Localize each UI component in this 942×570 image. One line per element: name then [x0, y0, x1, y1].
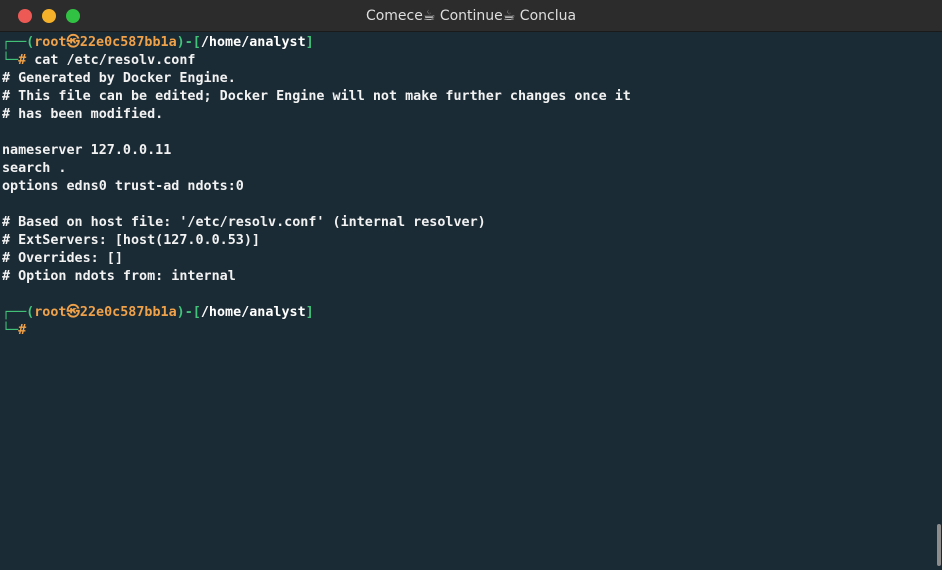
prompt-top-line: ┌──(root㉿22e0c587bb1a)-[/home/analyst] [2, 34, 936, 52]
terminal-output[interactable]: ┌──(root㉿22e0c587bb1a)-[/home/analyst] └… [0, 34, 936, 570]
prompt-at-symbol: ㉿ [66, 305, 80, 320]
output-line: search . [2, 161, 67, 176]
prompt-frame-bottom: └─ [2, 53, 19, 68]
output-line: # This file can be edited; Docker Engine… [2, 89, 631, 104]
prompt-frame-open: ┌──( [2, 305, 35, 320]
window-title: Comece☕ Continue☕ Conclua [365, 8, 577, 24]
terminal-window: Comece☕ Continue☕ Conclua ┌──(root㉿22e0c… [0, 0, 942, 570]
prompt-user: root [34, 35, 67, 50]
prompt-command-line: └─# cat /etc/resolv.conf [2, 52, 936, 70]
output-line: # has been modified. [2, 107, 164, 122]
output-line: options edns0 trust-ad ndots:0 [2, 179, 244, 194]
output-line: # Option ndots from: internal [2, 269, 236, 284]
prompt-frame-mid: )-[ [176, 35, 201, 50]
prompt-input-line[interactable]: └─# [2, 322, 936, 340]
title-bar: Comece☕ Continue☕ Conclua [0, 0, 942, 32]
prompt-frame-bottom: └─ [2, 323, 19, 338]
prompt-frame-open: ┌──( [2, 35, 35, 50]
prompt-hash: # [18, 53, 27, 68]
prompt-frame-mid: )-[ [176, 305, 201, 320]
output-line: nameserver 127.0.0.11 [2, 143, 172, 158]
output-line: # Overrides: [] [2, 251, 123, 266]
prompt-top-line: ┌──(root㉿22e0c587bb1a)-[/home/analyst] [2, 304, 936, 322]
prompt-host: 22e0c587bb1a [79, 35, 177, 50]
output-line: # Generated by Docker Engine. [2, 71, 236, 86]
prompt-path: /home/analyst [200, 305, 306, 320]
command-text: cat /etc/resolv.conf [26, 53, 196, 68]
prompt-host: 22e0c587bb1a [79, 305, 177, 320]
prompt-frame-close: ] [305, 305, 314, 320]
prompt-hash: # [18, 323, 27, 338]
prompt-path: /home/analyst [200, 35, 306, 50]
prompt-user: root [34, 305, 67, 320]
output-line: # Based on host file: '/etc/resolv.conf'… [2, 215, 486, 230]
scrollbar[interactable] [936, 34, 942, 570]
output-line: # ExtServers: [host(127.0.0.53)] [2, 233, 260, 248]
prompt-frame-close: ] [305, 35, 314, 50]
prompt-at-symbol: ㉿ [66, 35, 80, 50]
scrollbar-thumb[interactable] [937, 524, 941, 566]
